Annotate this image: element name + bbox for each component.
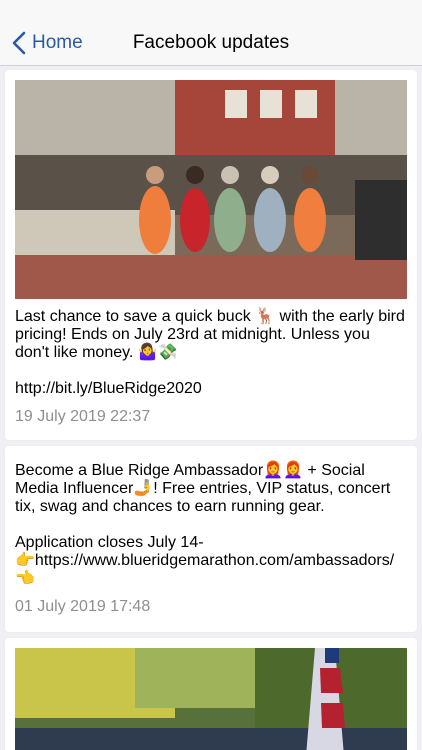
race-runners-photo[interactable] (15, 80, 407, 299)
navigation-bar: Home Facebook updates (0, 0, 422, 66)
post-card[interactable]: Last chance to save a quick buck 🦌 with … (5, 70, 417, 440)
post-text: Last chance to save a quick buck 🦌 with … (15, 308, 405, 397)
marathon-crowd-flag-photo[interactable] (15, 648, 407, 750)
feed-list[interactable]: Last chance to save a quick buck 🦌 with … (0, 66, 422, 750)
post-timestamp: 01 July 2019 17:48 (15, 598, 151, 615)
post-text: Become a Blue Ridge Ambassador👩‍🦰👩‍🦰 + S… (15, 462, 395, 587)
page-title: Facebook updates (132, 32, 290, 53)
post-timestamp: 19 July 2019 22:37 (15, 408, 151, 425)
post-card[interactable] (5, 638, 417, 750)
post-card[interactable]: Become a Blue Ridge Ambassador👩‍🦰👩‍🦰 + S… (5, 446, 417, 632)
